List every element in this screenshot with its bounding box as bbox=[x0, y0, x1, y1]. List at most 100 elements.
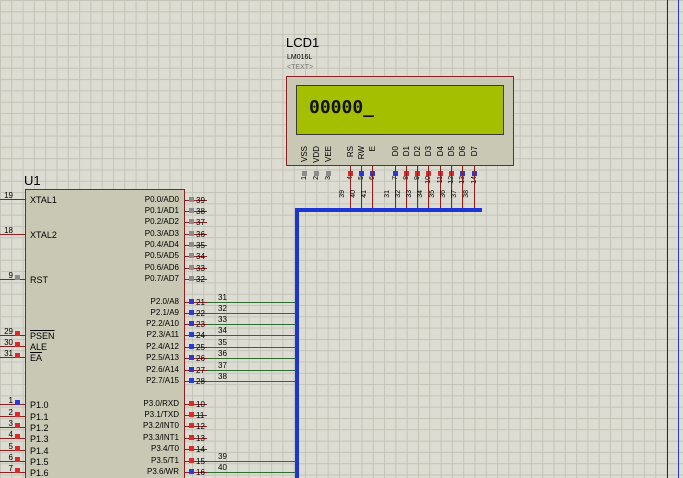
lcd-pin-label: E bbox=[368, 146, 377, 152]
mcu-right-pin-number: 36 bbox=[196, 230, 205, 239]
mcu-left-pin-terminal bbox=[15, 400, 20, 405]
mcu-left-pin-line bbox=[0, 416, 25, 417]
lcd-pin-line bbox=[361, 166, 362, 208]
mcu-right-pin-terminal bbox=[189, 378, 194, 383]
mcu-right-pin-number: 34 bbox=[196, 252, 205, 261]
mcu-reference: U1 bbox=[24, 173, 41, 188]
mcu-right-pin-number: 12 bbox=[196, 422, 205, 431]
canvas-right-edge-2 bbox=[678, 0, 679, 478]
mcu-right-pin-terminal bbox=[189, 242, 194, 247]
mcu-right-pin-terminal bbox=[189, 231, 194, 236]
lcd-text-tag: <TEXT> bbox=[287, 64, 314, 71]
mcu-left-pin-label: P1.0 bbox=[30, 400, 49, 410]
mcu-right-pin-label: P3.2/INT0 bbox=[142, 421, 179, 430]
lcd-pin-label: RS bbox=[346, 146, 355, 158]
lcd-pin-label: D6 bbox=[458, 146, 467, 157]
mcu-left-pin-line bbox=[0, 346, 25, 347]
lcd-pin-label: D2 bbox=[413, 146, 422, 157]
mcu-left-pin-label: P1.6 bbox=[30, 468, 49, 478]
mcu-right-pin-number: 28 bbox=[196, 377, 205, 386]
mcu-right-pin-label: P0.0/AD0 bbox=[144, 195, 179, 204]
mcu-right-pin-terminal bbox=[189, 458, 194, 463]
mcu-right-pin-terminal bbox=[189, 367, 194, 372]
mcu-right-pin-terminal bbox=[189, 321, 194, 326]
mcu-right-pin-number: 39 bbox=[196, 196, 205, 205]
mcu-left-pin-line bbox=[0, 279, 25, 280]
mcu-left-pin-label: EA bbox=[30, 353, 43, 363]
mcu-left-pin-terminal bbox=[15, 468, 20, 473]
lcd-screen: 00000_ bbox=[296, 85, 504, 135]
net-label: 38 bbox=[218, 372, 227, 381]
mcu-right-pin-terminal bbox=[189, 332, 194, 337]
mcu-left-pin-line bbox=[0, 472, 25, 473]
mcu-right-pin-terminal bbox=[189, 265, 194, 270]
mcu-left-pin-label: XTAL2 bbox=[30, 230, 57, 240]
lcd-pin-number: 3 bbox=[325, 176, 332, 180]
lcd-pin-label: D0 bbox=[391, 146, 400, 157]
lcd-net-label: 32 bbox=[395, 190, 402, 198]
lcd-pin-label: D7 bbox=[470, 146, 479, 157]
mcu-right-pin-number: 21 bbox=[196, 298, 205, 307]
mcu-right-pin-label: P2.1/A9 bbox=[150, 308, 179, 317]
mcu-left-pin-terminal bbox=[15, 423, 20, 428]
lcd-net-label: 35 bbox=[429, 190, 436, 198]
mcu-right-pin-number: 24 bbox=[196, 331, 205, 340]
mcu-left-pin-line bbox=[0, 438, 25, 439]
mcu-left-pin-terminal bbox=[15, 342, 20, 347]
lcd-pin-label: D3 bbox=[424, 146, 433, 157]
lcd-pin-label: RW bbox=[357, 146, 366, 160]
net-label: 32 bbox=[218, 304, 227, 313]
mcu-right-pin-label: P0.2/AD2 bbox=[144, 217, 179, 226]
mcu-right-pin-label: P3.1/TXD bbox=[144, 410, 179, 419]
lcd-net-label: 31 bbox=[384, 190, 391, 198]
mcu-right-pin-number: 13 bbox=[196, 434, 205, 443]
mcu-right-pin-label: P3.0/RXD bbox=[143, 399, 179, 408]
mcu-right-pin-label: P0.6/AD6 bbox=[144, 263, 179, 272]
lcd-net-label: 38 bbox=[463, 190, 470, 198]
mcu-left-pin-terminal bbox=[15, 331, 20, 336]
net-label: 40 bbox=[218, 463, 227, 472]
mcu-left-pin-terminal bbox=[15, 434, 20, 439]
schematic-canvas[interactable]: LCD1 LM016L <TEXT> 00000_ U1 VSS 1 VDD 2 VEE… bbox=[0, 0, 683, 478]
mcu-left-pin-terminal bbox=[15, 353, 20, 358]
lcd-pin-label: D1 bbox=[402, 146, 411, 157]
mcu-left-pin-line bbox=[0, 357, 25, 358]
mcu-left-pin-terminal bbox=[15, 412, 20, 417]
mcu-right-pin-label: P2.4/A12 bbox=[146, 342, 179, 351]
mcu-right-pin-terminal bbox=[189, 276, 194, 281]
lcd-pin-line bbox=[451, 166, 452, 208]
net-label: 34 bbox=[218, 326, 227, 335]
mcu-right-pin-label: P3.4/T0 bbox=[150, 444, 179, 453]
mcu-left-pin-terminal bbox=[15, 275, 20, 280]
mcu-left-pin-label: PSEN bbox=[30, 331, 55, 341]
lcd-pin-line bbox=[395, 166, 396, 208]
mcu-left-pin-line bbox=[0, 335, 25, 336]
mcu-right-pin-number: 23 bbox=[196, 320, 205, 329]
lcd-pin-number: 1 bbox=[301, 176, 308, 180]
mcu-left-pin-terminal bbox=[15, 446, 20, 451]
mcu-left-pin-line bbox=[0, 461, 25, 462]
mcu-left-pin-label: P1.3 bbox=[30, 434, 49, 444]
net-label: 36 bbox=[218, 349, 227, 358]
lcd-pin-line bbox=[440, 166, 441, 208]
bus-horizontal bbox=[296, 208, 482, 212]
lcd-pin-line bbox=[350, 166, 351, 208]
net-label: 37 bbox=[218, 361, 227, 370]
mcu-right-pin-terminal bbox=[189, 208, 194, 213]
mcu-left-pin-line bbox=[0, 450, 25, 451]
lcd-pin-label: D4 bbox=[436, 146, 445, 157]
lcd-net-label: 37 bbox=[451, 190, 458, 198]
lcd-pin-label: D5 bbox=[447, 146, 456, 157]
net-label: 33 bbox=[218, 315, 227, 324]
mcu-right-pin-terminal bbox=[189, 446, 194, 451]
mcu-right-pin-label: P0.1/AD1 bbox=[144, 206, 179, 215]
lcd-pin-line bbox=[462, 166, 463, 208]
mcu-left-pin-label: P1.1 bbox=[30, 412, 49, 422]
mcu-right-pin-terminal bbox=[189, 355, 194, 360]
net-label: 31 bbox=[218, 293, 227, 302]
mcu-right-pin-label: P0.7/AD7 bbox=[144, 274, 179, 283]
mcu-left-pin-line bbox=[0, 427, 25, 428]
mcu-left-pin-line bbox=[0, 199, 25, 200]
lcd-pin-label: VDD bbox=[312, 146, 321, 163]
lcd-pin-line bbox=[406, 166, 407, 208]
